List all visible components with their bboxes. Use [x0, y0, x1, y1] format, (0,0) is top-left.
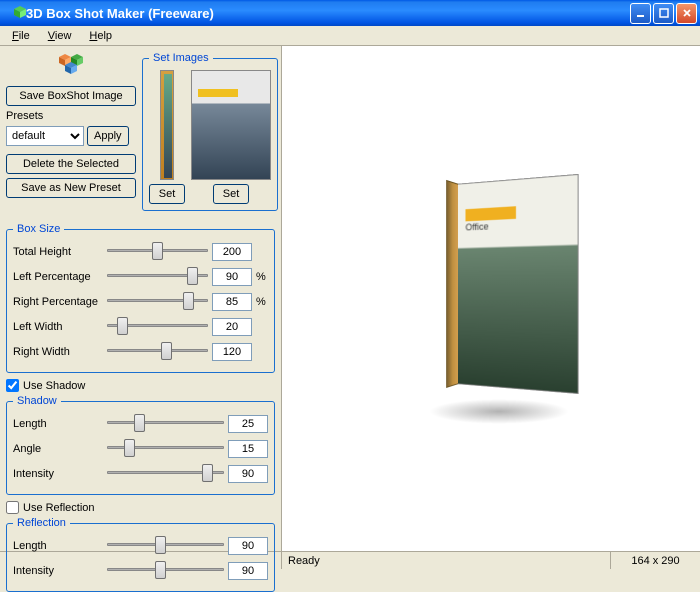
close-button[interactable] — [676, 3, 697, 24]
box-size-group: Box Size Total Height 200 Left Percentage… — [6, 223, 275, 373]
right-width-slider[interactable] — [107, 341, 208, 359]
left-pct-slider[interactable] — [107, 266, 208, 284]
right-width-label: Right Width — [13, 346, 103, 358]
use-shadow-label: Use Shadow — [23, 380, 85, 392]
right-pct-label: Right Percentage — [13, 296, 103, 308]
total-height-slider[interactable] — [107, 241, 208, 259]
shadow-angle-label: Angle — [13, 443, 103, 455]
titlebar[interactable]: 3D Box Shot Maker (Freeware) — [0, 0, 700, 26]
right-pct-value[interactable]: 85 — [212, 293, 252, 311]
use-reflection-checkbox[interactable] — [6, 501, 19, 514]
left-pct-value[interactable]: 90 — [212, 268, 252, 286]
total-height-label: Total Height — [13, 246, 103, 258]
delete-selected-button[interactable]: Delete the Selected — [6, 154, 136, 174]
status-ready: Ready — [282, 555, 610, 567]
spine-thumbnail — [160, 70, 174, 180]
use-reflection-label: Use Reflection — [23, 502, 95, 514]
shadow-angle-value[interactable]: 15 — [228, 440, 268, 458]
shadow-group: Shadow Length 25 Angle 15 Intensity 90 — [6, 395, 275, 495]
menu-view[interactable]: View — [40, 28, 80, 44]
set-images-group: Set Images Set Set — [142, 52, 278, 211]
apply-button[interactable]: Apply — [87, 126, 129, 146]
set-spine-button[interactable]: Set — [149, 184, 185, 204]
set-front-button[interactable]: Set — [213, 184, 249, 204]
box-preview — [409, 154, 573, 444]
left-pct-label: Left Percentage — [13, 271, 103, 283]
logo-icon — [6, 52, 136, 78]
shadow-intensity-slider[interactable] — [107, 463, 224, 481]
menu-help[interactable]: Help — [81, 28, 120, 44]
shadow-length-slider[interactable] — [107, 413, 224, 431]
left-width-slider[interactable] — [107, 316, 208, 334]
shadow-intensity-label: Intensity — [13, 468, 103, 480]
maximize-button[interactable] — [653, 3, 674, 24]
total-height-value[interactable]: 200 — [212, 243, 252, 261]
right-width-value[interactable]: 120 — [212, 343, 252, 361]
use-shadow-checkbox[interactable] — [6, 379, 19, 392]
shadow-length-label: Length — [13, 418, 103, 430]
save-preset-button[interactable]: Save as New Preset — [6, 178, 136, 198]
minimize-button[interactable] — [630, 3, 651, 24]
box-size-legend: Box Size — [13, 223, 64, 235]
shadow-angle-slider[interactable] — [107, 438, 224, 456]
shadow-legend: Shadow — [13, 395, 61, 407]
menu-file[interactable]: File — [4, 28, 38, 44]
left-width-value[interactable]: 20 — [212, 318, 252, 336]
menubar: File View Help — [0, 26, 700, 46]
app-icon — [6, 5, 22, 21]
left-panel: Save BoxShot Image Presets default Apply… — [0, 46, 282, 551]
reflection-legend: Reflection — [13, 517, 70, 529]
statusbar: Ready 164 x 290 — [0, 551, 700, 569]
shadow-intensity-value[interactable]: 90 — [228, 465, 268, 483]
save-boxshot-button[interactable]: Save BoxShot Image — [6, 86, 136, 106]
presets-select[interactable]: default — [6, 126, 84, 146]
window-title: 3D Box Shot Maker (Freeware) — [26, 6, 630, 21]
front-thumbnail — [191, 70, 271, 180]
shadow-length-value[interactable]: 25 — [228, 415, 268, 433]
preview-panel — [282, 46, 700, 551]
presets-label: Presets — [6, 110, 136, 122]
reflection-length-slider[interactable] — [107, 535, 224, 553]
left-width-label: Left Width — [13, 321, 103, 333]
set-images-legend: Set Images — [149, 52, 213, 64]
reflection-length-label: Length — [13, 540, 103, 552]
status-dimensions: 164 x 290 — [610, 552, 700, 569]
right-pct-slider[interactable] — [107, 291, 208, 309]
window-controls — [630, 3, 697, 24]
